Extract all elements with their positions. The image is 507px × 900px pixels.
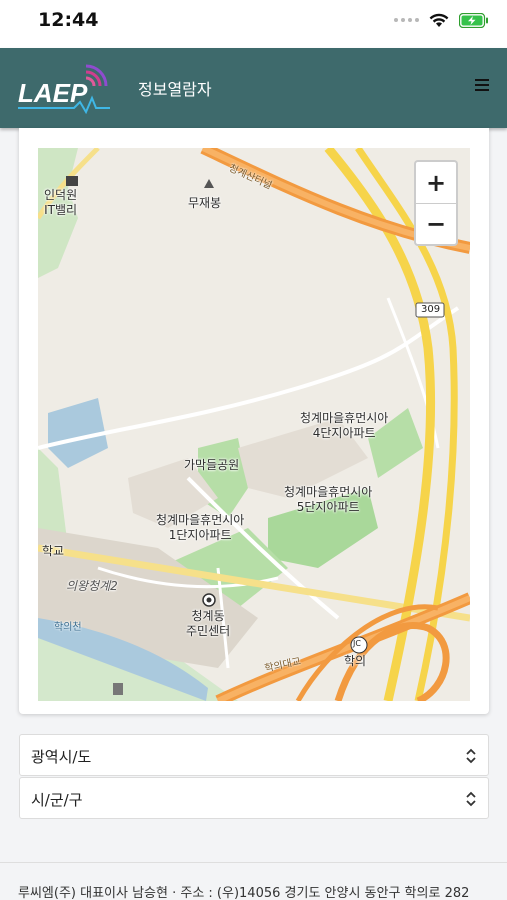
status-icons [394,10,489,30]
status-time: 12:44 [38,9,99,31]
city-select[interactable]: 시/군/구 [19,777,489,819]
city-select-value: 시/군/구 [31,791,83,809]
footer-company-info: 루씨엠(주) 대표이사 남승현 · 주소 : (우)14056 경기도 안양시 … [18,886,470,900]
zoom-in-button[interactable]: + [416,162,456,203]
map-label-community-center: 청계동 주민센터 [186,609,231,638]
map-label-apt4: 청계마을휴먼시아 4단지아파트 [300,411,389,440]
map-view[interactable]: 인덕원 IT밸리 무재봉 청계산터널 309 청계마을휴먼시아 4단지아파트 가… [38,148,470,701]
select-chevron-icon [466,791,476,807]
province-select-value: 광역시/도 [31,748,92,766]
wifi-icon [429,13,449,27]
battery-charging-icon [459,12,488,28]
province-select[interactable]: 광역시/도 [19,734,489,776]
map-label-indeogwon: 인덕원 IT밸리 [44,188,78,217]
map-label-school: 학교 [42,544,65,558]
map-label-jc: JC [353,639,361,648]
status-bar: 12:44 [0,0,507,48]
map-label-hakui: 학의 [344,654,367,668]
footer-divider [0,862,507,863]
map-label-apt5: 청계마을휴먼시아 5단지아파트 [284,485,373,514]
top-navbar: LAEP 정보열람자 [0,48,507,128]
cellular-signal-icon [394,18,419,22]
hamburger-menu-icon[interactable] [473,76,491,96]
zoom-control: + − [414,160,458,246]
map-label-mujaebong: 무재봉 [188,196,222,210]
zoom-out-button[interactable]: − [416,203,456,244]
map-card: 인덕원 IT밸리 무재봉 청계산터널 309 청계마을휴먼시아 4단지아파트 가… [19,128,489,714]
map-label-route309: 309 [421,304,441,315]
laep-logo[interactable]: LAEP [16,62,112,118]
map-label-stream: 학의천 [54,622,82,633]
map-tiles [38,148,470,701]
page-title: 정보열람자 [138,80,212,99]
select-chevron-icon [466,748,476,764]
map-label-uiwang: 의왕청계2 [66,579,118,593]
map-label-apt1: 청계마을휴먼시아 1단지아파트 [156,513,245,542]
map-label-gamakdeul-park: 가막들공원 [184,458,240,472]
